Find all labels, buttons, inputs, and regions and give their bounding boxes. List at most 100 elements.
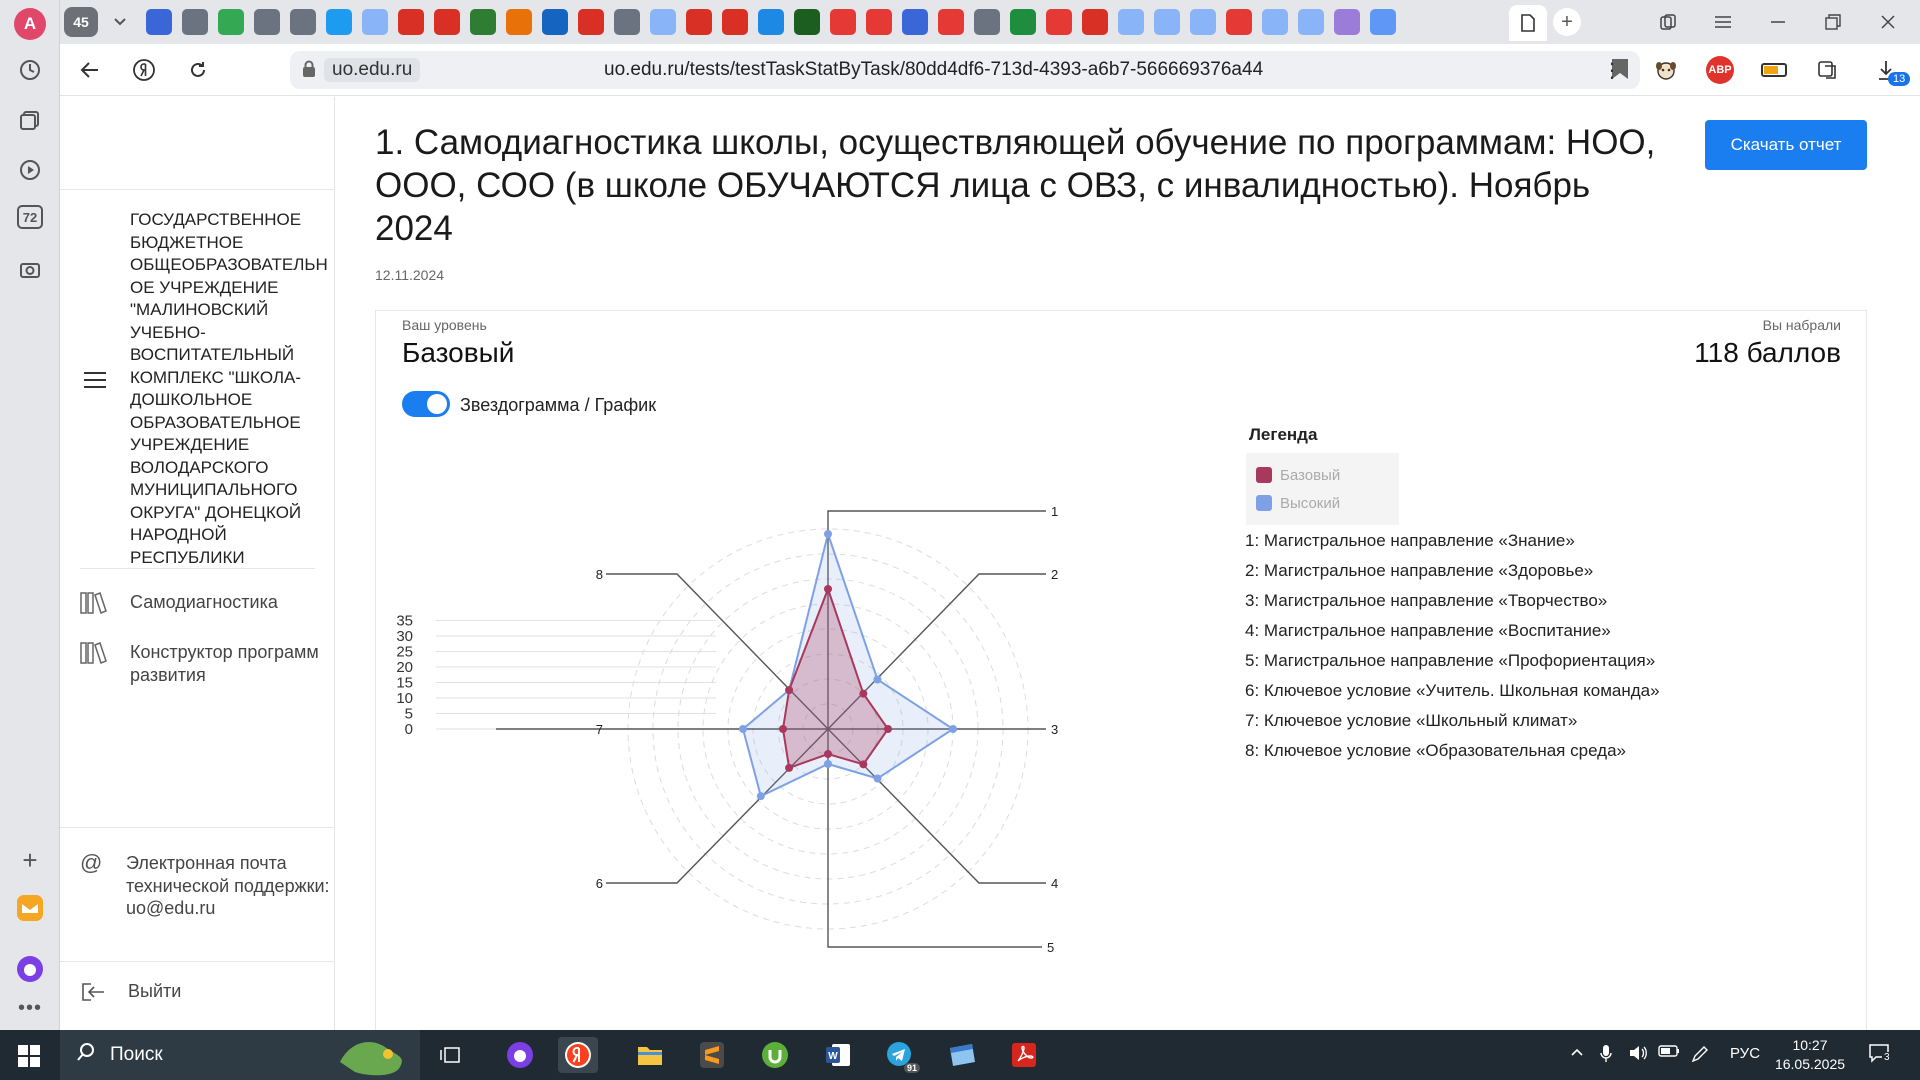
pinned-tab-favicon-icon[interactable] bbox=[290, 9, 316, 35]
mail-app-icon[interactable] bbox=[14, 892, 46, 924]
chart-view-toggle[interactable] bbox=[402, 391, 450, 417]
pinned-tab-favicon-icon[interactable] bbox=[722, 9, 748, 35]
yandex-icon[interactable] bbox=[130, 56, 158, 84]
pinned-tab-favicon-icon[interactable] bbox=[1154, 9, 1180, 35]
lock-icon[interactable] bbox=[302, 60, 316, 78]
nav-item-self-diagnostics[interactable]: Самодиагностика bbox=[80, 591, 325, 615]
reload-icon[interactable] bbox=[184, 56, 212, 84]
pinned-tab-favicon-icon[interactable] bbox=[794, 9, 820, 35]
more-vert-icon[interactable]: ⋮ bbox=[1598, 56, 1626, 84]
pinned-tab-favicon-icon[interactable] bbox=[254, 9, 280, 35]
telegram-icon[interactable]: 91 bbox=[880, 1037, 920, 1073]
microphone-icon[interactable] bbox=[1600, 1044, 1612, 1068]
task-view-icon[interactable] bbox=[430, 1037, 470, 1073]
battery-icon[interactable] bbox=[1658, 1044, 1680, 1062]
active-tab[interactable] bbox=[1509, 5, 1547, 41]
profile-avatar[interactable]: A bbox=[14, 8, 46, 40]
pinned-tab-favicon-icon[interactable] bbox=[1190, 9, 1216, 35]
support-email[interactable]: @ Электронная почта технической поддержк… bbox=[80, 851, 330, 920]
pinned-tab-favicon-icon[interactable] bbox=[1046, 9, 1072, 35]
notifications-icon[interactable]: 3 bbox=[1868, 1042, 1892, 1068]
pinned-tab-favicon-icon[interactable] bbox=[902, 9, 928, 35]
volume-icon[interactable] bbox=[1628, 1044, 1648, 1066]
taskbar-search[interactable]: Поиск bbox=[60, 1030, 420, 1080]
nav-item-program-constructor[interactable]: Конструктор программ развития bbox=[80, 641, 325, 687]
word-icon[interactable]: W bbox=[818, 1037, 858, 1073]
pinned-tab-favicon-icon[interactable] bbox=[614, 9, 640, 35]
tab-groups-icon[interactable] bbox=[1655, 10, 1681, 34]
clock[interactable]: 10:27 16.05.2025 bbox=[1760, 1036, 1860, 1074]
pinned-tab-favicon-icon[interactable] bbox=[398, 9, 424, 35]
series-point bbox=[779, 725, 787, 733]
file-explorer-icon[interactable] bbox=[630, 1037, 670, 1073]
hamburger-menu-icon[interactable] bbox=[84, 372, 106, 388]
pinned-tab-favicon-icon[interactable] bbox=[650, 9, 676, 35]
sublime-text-icon[interactable] bbox=[692, 1037, 732, 1073]
legend-item-high[interactable]: Высокий bbox=[1256, 489, 1389, 517]
pinned-tab-favicon-icon[interactable] bbox=[362, 9, 388, 35]
translate-extension-icon[interactable] bbox=[1814, 56, 1842, 84]
pinned-tab-favicon-icon[interactable] bbox=[1334, 9, 1360, 35]
battery-extension-icon[interactable] bbox=[1760, 56, 1788, 84]
app-window-icon[interactable] bbox=[942, 1037, 982, 1073]
pinned-tab-favicon-icon[interactable] bbox=[1010, 9, 1036, 35]
new-tab-button[interactable]: + bbox=[1553, 8, 1581, 36]
yandex-browser-taskbar-icon[interactable] bbox=[558, 1037, 598, 1073]
pinned-tab-favicon-icon[interactable] bbox=[1370, 9, 1396, 35]
more-icon[interactable]: ••• bbox=[14, 992, 46, 1024]
windows-start-icon[interactable] bbox=[18, 1045, 40, 1067]
acrobat-icon[interactable] bbox=[1004, 1037, 1044, 1073]
level-label: Ваш уровень bbox=[402, 317, 487, 333]
pinned-tab-favicon-icon[interactable] bbox=[542, 9, 568, 35]
logout-button[interactable]: Выйти bbox=[80, 981, 181, 1003]
pinned-tab-favicon-icon[interactable] bbox=[686, 9, 712, 35]
pinned-tab-favicon-icon[interactable] bbox=[974, 9, 1000, 35]
puppy-extension-icon[interactable] bbox=[1652, 56, 1680, 84]
pinned-tab-favicon-icon[interactable] bbox=[830, 9, 856, 35]
pinned-tab-favicon-icon[interactable] bbox=[938, 9, 964, 35]
tab-counter[interactable]: 45 bbox=[64, 7, 98, 37]
add-panel-icon[interactable]: + bbox=[14, 844, 46, 876]
pen-icon[interactable] bbox=[1690, 1044, 1710, 1068]
pinned-tab-favicon-icon[interactable] bbox=[506, 9, 532, 35]
tab-menu-chevron-icon[interactable] bbox=[106, 8, 134, 36]
minimize-icon[interactable] bbox=[1765, 10, 1791, 34]
adblock-plus-icon[interactable]: ABP bbox=[1706, 56, 1734, 84]
collections-icon[interactable] bbox=[14, 104, 46, 136]
pinned-tab-favicon-icon[interactable] bbox=[146, 9, 172, 35]
badge-72-icon[interactable]: 72 bbox=[17, 205, 43, 229]
pinned-tab-favicon-icon[interactable] bbox=[1262, 9, 1288, 35]
restore-icon[interactable] bbox=[1820, 10, 1846, 34]
legend-item-basic[interactable]: Базовый bbox=[1256, 461, 1389, 489]
video-icon[interactable] bbox=[14, 154, 46, 186]
language-indicator[interactable]: РУС bbox=[1730, 1045, 1760, 1062]
pinned-tab-favicon-icon[interactable] bbox=[578, 9, 604, 35]
utorrent-icon[interactable] bbox=[755, 1037, 795, 1073]
axis-label: 2 bbox=[1051, 567, 1058, 582]
tray-chevron-icon[interactable] bbox=[1570, 1044, 1584, 1061]
pinned-tab-favicon-icon[interactable] bbox=[1226, 9, 1252, 35]
pinned-tab-favicon-icon[interactable] bbox=[866, 9, 892, 35]
close-icon[interactable] bbox=[1875, 10, 1901, 34]
back-icon[interactable] bbox=[76, 56, 104, 84]
pinned-tab-favicon-icon[interactable] bbox=[326, 9, 352, 35]
notifications-count: 3 bbox=[1882, 1052, 1892, 1063]
toggle-label: Звездограмма / График bbox=[460, 395, 657, 415]
screenshot-icon[interactable] bbox=[14, 254, 46, 286]
menu-icon[interactable] bbox=[1710, 10, 1736, 34]
alice-icon[interactable] bbox=[14, 953, 46, 985]
address-bar-row: uo.edu.ru uo.edu.ru/tests/testTaskStatBy… bbox=[60, 44, 1920, 96]
history-icon[interactable] bbox=[14, 54, 46, 86]
url-bar[interactable]: uo.edu.ru uo.edu.ru/tests/testTaskStatBy… bbox=[290, 51, 1640, 89]
download-report-button[interactable]: Скачать отчет bbox=[1705, 120, 1867, 170]
pinned-tab-favicon-icon[interactable] bbox=[1082, 9, 1108, 35]
pinned-tab-favicon-icon[interactable] bbox=[434, 9, 460, 35]
pinned-tab-favicon-icon[interactable] bbox=[470, 9, 496, 35]
y-tick-label: 35 bbox=[396, 613, 413, 630]
pinned-tab-favicon-icon[interactable] bbox=[1298, 9, 1324, 35]
pinned-tab-favicon-icon[interactable] bbox=[218, 9, 244, 35]
alice-taskbar-icon[interactable] bbox=[500, 1037, 540, 1073]
pinned-tab-favicon-icon[interactable] bbox=[182, 9, 208, 35]
pinned-tab-favicon-icon[interactable] bbox=[758, 9, 784, 35]
pinned-tab-favicon-icon[interactable] bbox=[1118, 9, 1144, 35]
